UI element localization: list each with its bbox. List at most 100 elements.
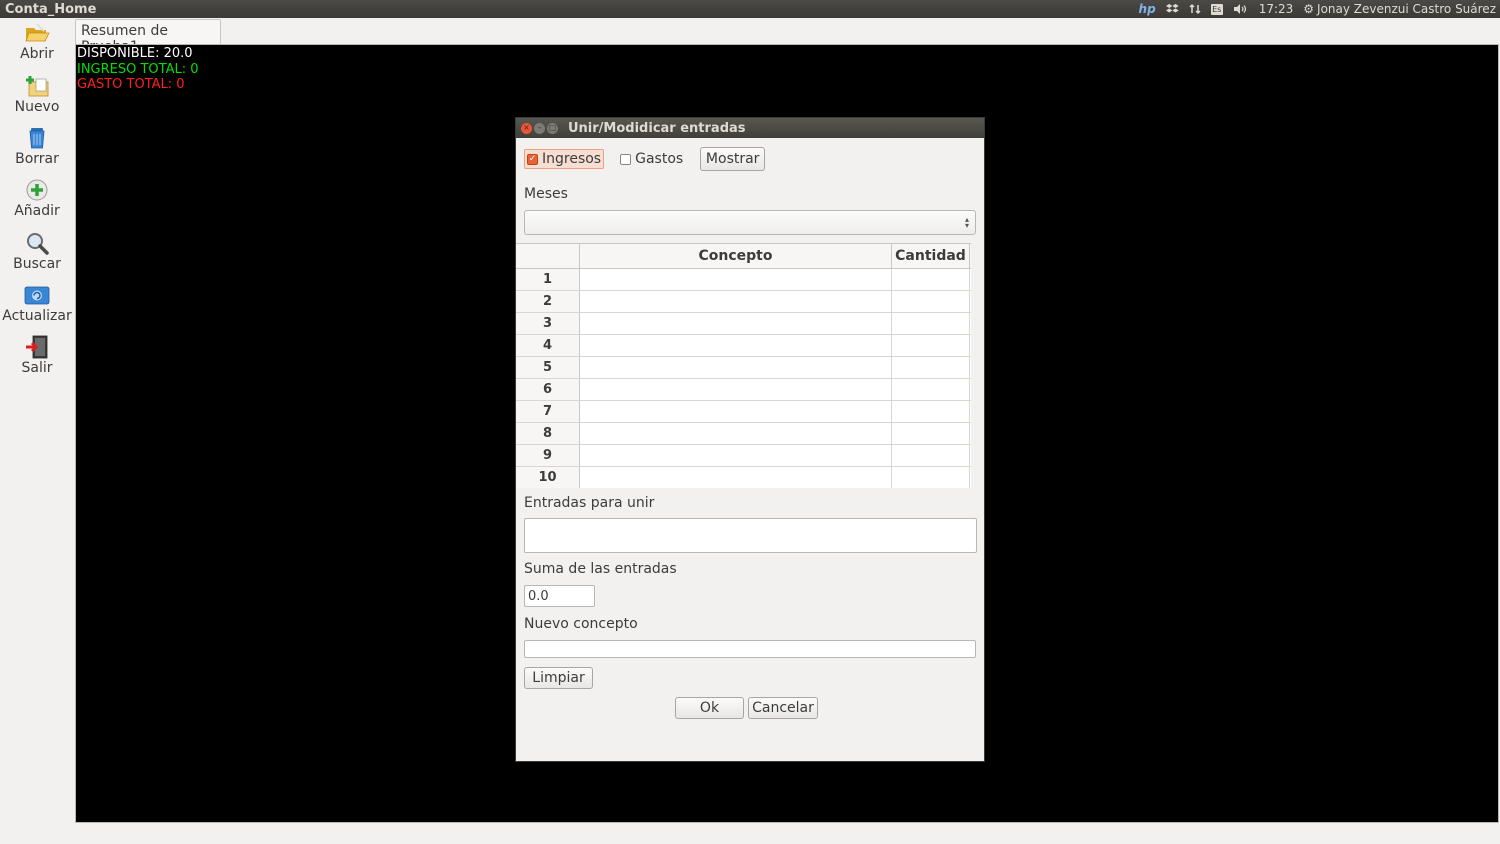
volume-icon[interactable] <box>1233 2 1249 16</box>
header-concepto[interactable]: Concepto <box>580 244 892 268</box>
toolbar-anadir-label: Añadir <box>14 203 60 219</box>
gastos-checkbox[interactable]: Gastos <box>618 149 685 169</box>
table-row[interactable]: 5 <box>516 357 971 379</box>
entradas-label: Entradas para unir <box>524 495 655 511</box>
folder-open-icon <box>24 21 50 45</box>
ok-button[interactable]: Ok <box>675 697 744 719</box>
nuevo-concepto-field[interactable] <box>524 640 976 658</box>
dropbox-icon[interactable] <box>1165 2 1179 16</box>
unir-modificar-dialog: × – □ Unir/Modidicar entradas ✓ Ingresos… <box>515 117 985 762</box>
concepto-cell[interactable] <box>580 401 892 422</box>
minimize-icon[interactable]: – <box>534 122 545 134</box>
table-row[interactable]: 8 <box>516 423 971 445</box>
trash-icon <box>24 126 50 150</box>
row-number[interactable]: 10 <box>516 467 580 488</box>
toolbar-buscar-button[interactable]: Buscar <box>0 231 74 281</box>
toolbar-nuevo-button[interactable]: Nuevo <box>0 74 74 124</box>
entradas-textarea[interactable] <box>524 518 977 553</box>
nuevo-concepto-label: Nuevo concepto <box>524 616 638 632</box>
header-corner[interactable] <box>516 244 580 268</box>
clock[interactable]: 17:23 <box>1259 2 1294 16</box>
suma-field[interactable]: 0.0 <box>524 585 595 607</box>
filter-row: ✓ Ingresos Gastos Mostrar <box>524 147 766 171</box>
cantidad-cell[interactable] <box>892 335 970 356</box>
row-number[interactable]: 7 <box>516 401 580 422</box>
ingresos-checkbox[interactable]: ✓ Ingresos <box>524 149 605 169</box>
row-number[interactable]: 9 <box>516 445 580 466</box>
app-title: Conta_Home <box>5 1 97 17</box>
entries-table: Concepto Cantidad 1 2 3 4 5 6 7 8 9 10 <box>516 243 971 488</box>
cantidad-cell[interactable] <box>892 423 970 444</box>
toolbar-actualizar-button[interactable]: Actualizar <box>0 283 74 333</box>
table-row[interactable]: 2 <box>516 291 971 313</box>
toolbar-salir-button[interactable]: Salir <box>0 335 74 385</box>
toolbar-anadir-button[interactable]: Añadir <box>0 178 74 228</box>
tab-resumen[interactable]: Resumen de Prueba1 <box>75 19 221 55</box>
meses-select[interactable]: ▴ ▾ <box>524 210 976 235</box>
toolbar-borrar-button[interactable]: Borrar <box>0 126 74 176</box>
table-row[interactable]: 9 <box>516 445 971 467</box>
limpiar-button[interactable]: Limpiar <box>524 667 593 689</box>
row-number[interactable]: 8 <box>516 423 580 444</box>
cantidad-cell[interactable] <box>892 401 970 422</box>
row-number[interactable]: 5 <box>516 357 580 378</box>
gasto-total-text: GASTO TOTAL: 0 <box>77 77 185 92</box>
user-menu[interactable]: ⚙ Jonay Zevenzui Castro Suárez <box>1303 2 1496 16</box>
header-cantidad[interactable]: Cantidad <box>892 244 970 268</box>
concepto-cell[interactable] <box>580 423 892 444</box>
dialog-titlebar[interactable]: × – □ Unir/Modidicar entradas <box>516 118 984 138</box>
cantidad-cell[interactable] <box>892 467 970 488</box>
table-header: Concepto Cantidad <box>516 244 971 269</box>
concepto-cell[interactable] <box>580 357 892 378</box>
concepto-cell[interactable] <box>580 313 892 334</box>
table-row[interactable]: 6 <box>516 379 971 401</box>
table-row[interactable]: 3 <box>516 313 971 335</box>
maximize-icon[interactable]: □ <box>547 122 558 134</box>
network-icon[interactable] <box>1189 2 1201 16</box>
meses-label: Meses <box>524 186 568 202</box>
gear-icon: ⚙ <box>1303 2 1315 16</box>
concepto-cell[interactable] <box>580 269 892 290</box>
row-number[interactable]: 2 <box>516 291 580 312</box>
hp-icon[interactable]: hp <box>1139 2 1156 16</box>
user-name: Jonay Zevenzui Castro Suárez <box>1317 2 1496 16</box>
concepto-cell[interactable] <box>580 335 892 356</box>
cantidad-cell[interactable] <box>892 313 970 334</box>
add-icon <box>24 178 50 202</box>
concepto-cell[interactable] <box>580 467 892 488</box>
exit-icon <box>24 335 50 359</box>
row-number[interactable]: 3 <box>516 313 580 334</box>
concepto-cell[interactable] <box>580 445 892 466</box>
dialog-title: Unir/Modidicar entradas <box>568 120 746 136</box>
checkmark-icon: ✓ <box>527 153 538 165</box>
table-row[interactable]: 7 <box>516 401 971 423</box>
mostrar-button[interactable]: Mostrar <box>700 147 766 171</box>
cantidad-cell[interactable] <box>892 357 970 378</box>
cantidad-cell[interactable] <box>892 291 970 312</box>
toolbar-nuevo-label: Nuevo <box>14 99 60 115</box>
cantidad-cell[interactable] <box>892 445 970 466</box>
cantidad-cell[interactable] <box>892 379 970 400</box>
chevron-updown-icon: ▴ ▾ <box>964 215 969 230</box>
keyboard-layout-icon[interactable]: Es <box>1210 3 1223 15</box>
row-number[interactable]: 4 <box>516 335 580 356</box>
toolbar-abrir-button[interactable]: Abrir <box>0 21 74 71</box>
row-number[interactable]: 1 <box>516 269 580 290</box>
cantidad-cell[interactable] <box>892 269 970 290</box>
concepto-cell[interactable] <box>580 291 892 312</box>
cancelar-button[interactable]: Cancelar <box>748 697 818 719</box>
main-toolbar: Abrir Nuevo Borrar Añadir Buscar Actuali… <box>0 18 74 844</box>
concepto-cell[interactable] <box>580 379 892 400</box>
close-icon[interactable]: × <box>521 122 532 134</box>
indicator-area: hp Es 17:23 ⚙ Jonay Zevenzui Castro Suár… <box>1139 2 1500 16</box>
suma-label: Suma de las entradas <box>524 561 677 577</box>
table-row[interactable]: 1 <box>516 269 971 291</box>
toolbar-borrar-label: Borrar <box>15 151 59 167</box>
table-row[interactable]: 4 <box>516 335 971 357</box>
table-row[interactable]: 10 <box>516 467 971 488</box>
checkbox-box-icon <box>620 153 632 165</box>
row-number[interactable]: 6 <box>516 379 580 400</box>
new-folder-icon <box>24 74 50 98</box>
toolbar-abrir-label: Abrir <box>20 46 54 62</box>
ingresos-label: Ingresos <box>542 151 602 167</box>
